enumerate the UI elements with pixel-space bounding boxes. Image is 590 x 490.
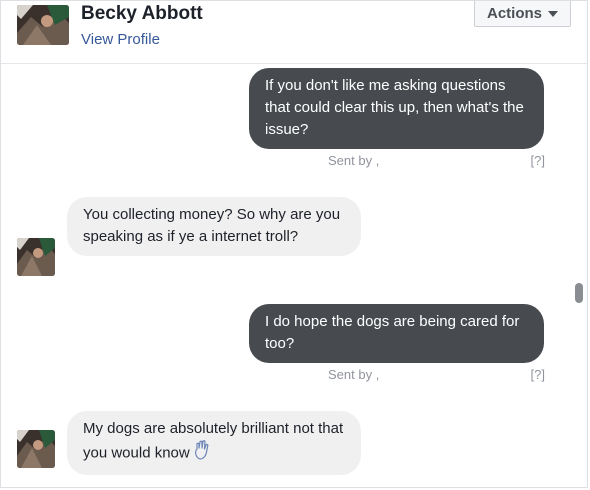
- help-link[interactable]: [?]: [531, 367, 545, 382]
- view-profile-link[interactable]: View Profile: [81, 31, 160, 48]
- contact-avatar[interactable]: [17, 5, 69, 45]
- avatar-photo-icon: [17, 430, 55, 468]
- sender-avatar[interactable]: [17, 238, 55, 276]
- outgoing-message: I do hope the dogs are being cared for t…: [249, 304, 544, 363]
- message-meta: Sent by , [?]: [328, 153, 545, 169]
- chevron-down-icon: [548, 11, 558, 17]
- sender-avatar[interactable]: [17, 430, 55, 468]
- sent-by-label: Sent by ,: [328, 367, 380, 382]
- conversation-header: Becky Abbott View Profile Actions: [1, 1, 587, 64]
- incoming-message: My dogs are absolutely brilliant not tha…: [67, 411, 361, 475]
- avatar-photo-icon: [17, 5, 69, 45]
- actions-label: Actions: [486, 4, 542, 22]
- message-thread[interactable]: If you don't like me asking questions th…: [1, 64, 587, 487]
- message-text: My dogs are absolutely brilliant not tha…: [83, 420, 344, 462]
- help-link[interactable]: [?]: [531, 153, 545, 168]
- message-text: You collecting money? So why are you spe…: [83, 206, 341, 245]
- message-text: If you don't like me asking questions th…: [265, 77, 524, 138]
- message-text: I do hope the dogs are being cared for t…: [265, 313, 520, 352]
- sent-by-label: Sent by ,: [328, 153, 380, 168]
- raised-hand-icon: [194, 440, 210, 467]
- actions-dropdown-button[interactable]: Actions: [473, 1, 571, 27]
- outgoing-message: If you don't like me asking questions th…: [249, 68, 544, 149]
- message-meta: Sent by , [?]: [328, 367, 545, 383]
- chat-window: Becky Abbott View Profile Actions If you…: [0, 0, 588, 488]
- incoming-message: You collecting money? So why are you spe…: [67, 197, 361, 256]
- avatar-photo-icon: [17, 238, 55, 276]
- contact-name[interactable]: Becky Abbott: [81, 3, 203, 25]
- scrollbar-thumb[interactable]: [575, 283, 583, 303]
